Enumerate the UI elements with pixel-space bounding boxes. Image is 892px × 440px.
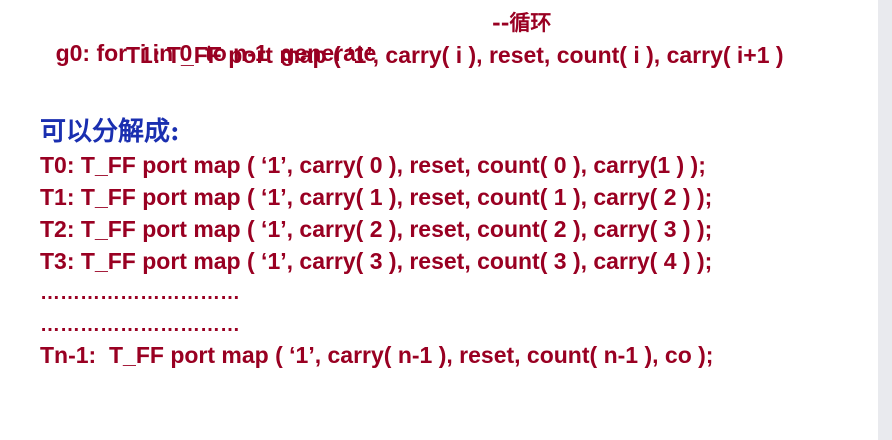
generate-comment: --循环 [492,10,552,35]
expansion-line-t0: T0: T_FF port map ( ‘1’, carry( 0 ), res… [40,152,706,178]
expansion-line-tn-1: Tn-1: T_FF port map ( ‘1’, carry( n-1 ),… [40,342,714,368]
expansion-line-t1: T1: T_FF port map ( ‘1’, carry( 1 ), res… [40,184,713,210]
ellipsis-line-2: ………………………… [40,314,240,336]
slide: g0: for i in 0 to n-1 generate --循环 T1: … [0,0,892,440]
expansion-line-t2: T2: T_FF port map ( ‘1’, carry( 2 ), res… [40,216,713,242]
port-map-template-line: T1: T_FF port map ( ‘1’, carry( i ), res… [126,42,784,68]
ellipsis-line-1: ………………………… [40,282,240,304]
side-strip [878,0,892,440]
expansion-line-t3: T3: T_FF port map ( ‘1’, carry( 3 ), res… [40,248,713,274]
section-heading: 可以分解成: [40,117,180,147]
